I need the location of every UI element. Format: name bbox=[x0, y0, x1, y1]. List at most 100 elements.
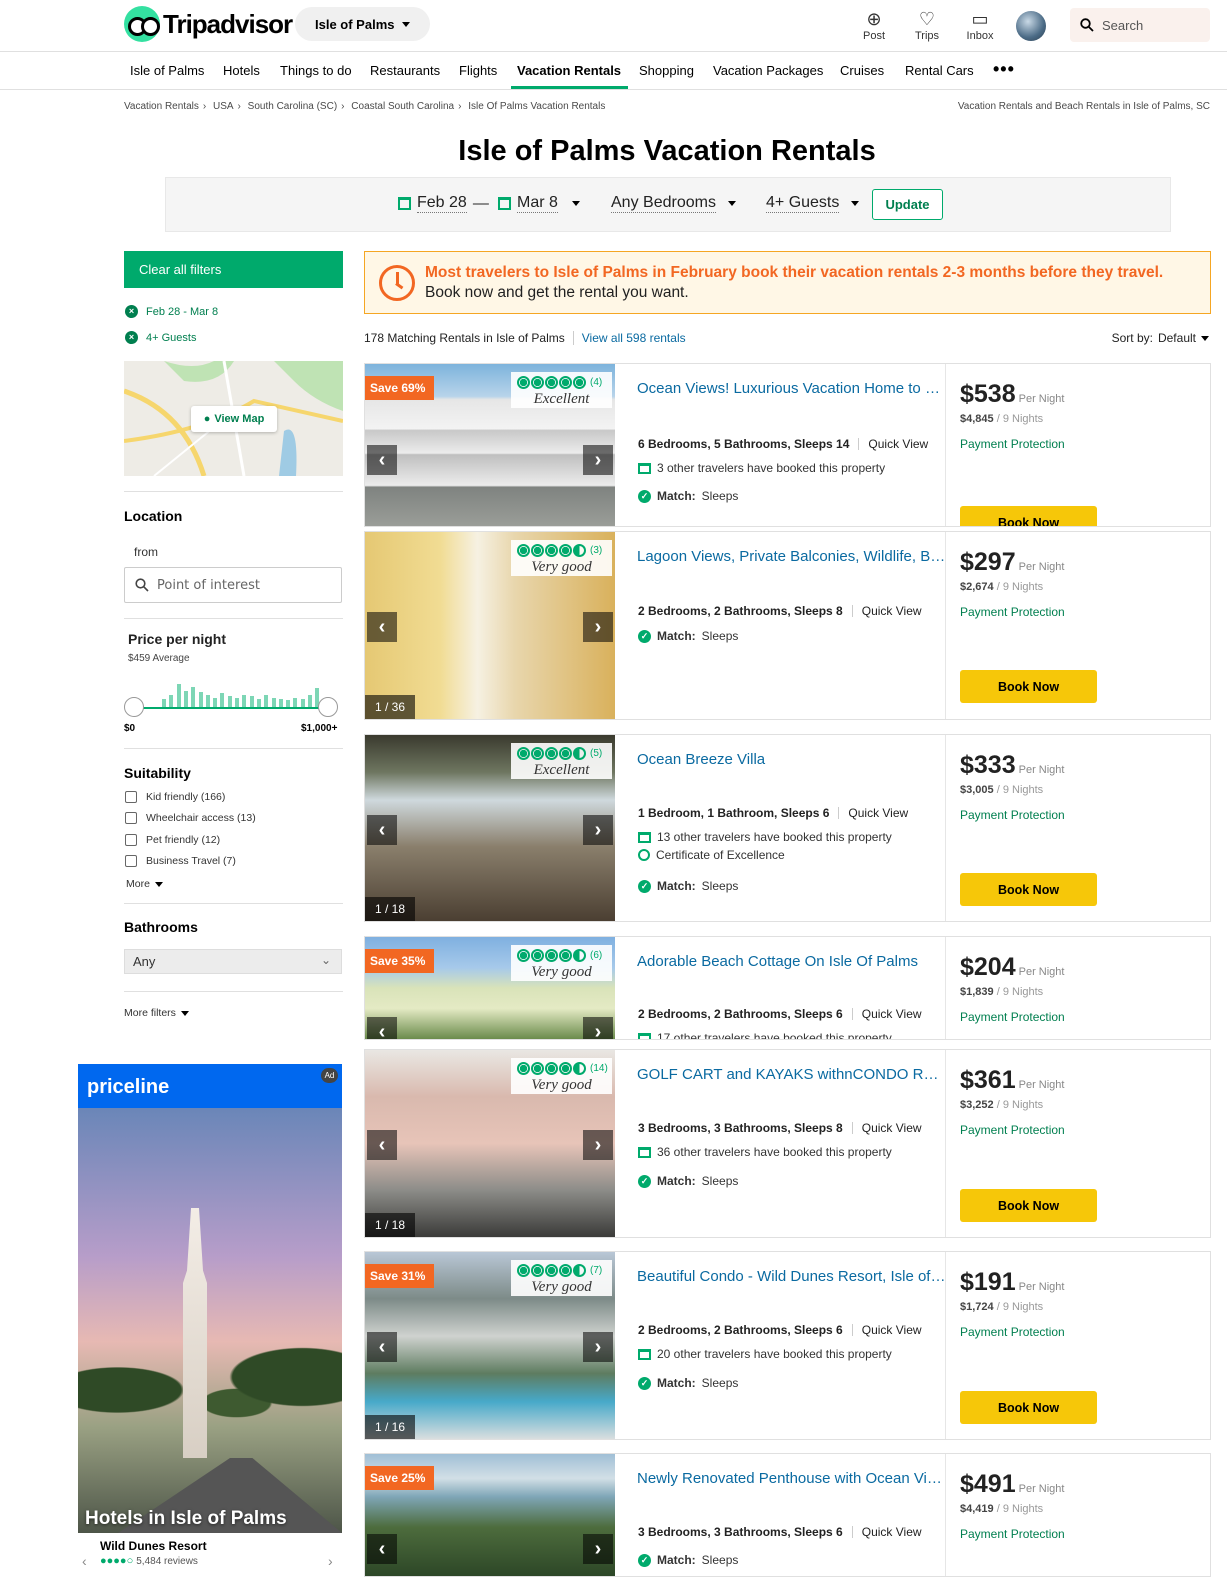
rating-badge[interactable]: (6) Very good bbox=[511, 945, 612, 981]
rating-badge[interactable]: (5) Excellent bbox=[511, 743, 612, 779]
price-slider-track[interactable] bbox=[134, 707, 328, 709]
price-slider-max-handle[interactable] bbox=[318, 697, 338, 717]
view-all-rentals-link[interactable]: View all 598 rentals bbox=[582, 331, 686, 345]
chevron-right-icon[interactable]: › bbox=[583, 815, 613, 845]
quick-view-link[interactable]: Quick View bbox=[862, 1007, 922, 1021]
rating-badge[interactable]: (14) Very good bbox=[511, 1058, 612, 1094]
listing-card[interactable]: (3) Very good ‹ › 1 / 36 Lagoon Views, Privat… bbox=[364, 531, 1211, 720]
breadcrumb-item[interactable]: Vacation Rentals bbox=[124, 101, 199, 112]
chevron-right-icon[interactable]: › bbox=[583, 1534, 613, 1564]
listing-title[interactable]: GOLF CART and KAYAKS withnCONDO RENTAL bbox=[637, 1066, 947, 1083]
avatar[interactable] bbox=[1016, 11, 1046, 41]
point-of-interest-input[interactable]: Point of interest bbox=[124, 567, 342, 603]
listing-title[interactable]: Beautiful Condo - Wild Dunes Resort, Isl… bbox=[637, 1268, 947, 1285]
chevron-left-icon[interactable]: ‹ bbox=[367, 445, 397, 475]
checkbox[interactable] bbox=[125, 791, 137, 803]
bathrooms-select[interactable]: Any ⌄ bbox=[124, 949, 342, 974]
filter-chip-guests[interactable]: × 4+ Guests bbox=[125, 331, 196, 344]
chevron-left-icon[interactable]: ‹ bbox=[367, 1534, 397, 1564]
nav-vacation-packages[interactable]: Vacation Packages bbox=[713, 63, 823, 78]
quick-view-link[interactable]: Quick View bbox=[862, 1323, 922, 1337]
book-now-button[interactable]: Book Now bbox=[960, 873, 1097, 906]
chevron-left-icon[interactable]: ‹ bbox=[82, 1553, 87, 1569]
chevron-left-icon[interactable]: ‹ bbox=[367, 1332, 397, 1362]
chevron-right-icon[interactable]: › bbox=[583, 445, 613, 475]
inbox-button[interactable]: ▭ Inbox bbox=[960, 8, 1000, 42]
suitability-wheelchair[interactable]: Wheelchair access (13) bbox=[125, 812, 256, 824]
listing-title[interactable]: Ocean Views! Luxurious Vacation Home to … bbox=[637, 380, 947, 397]
breadcrumb-item[interactable]: South Carolina (SC) bbox=[248, 101, 337, 112]
listing-card[interactable]: Save 35% (6) Very good ‹ › Adorable Beach Cot… bbox=[364, 936, 1211, 1040]
nav-rental-cars[interactable]: Rental Cars bbox=[905, 63, 974, 78]
listing-card[interactable]: Save 69% (4) Excellent ‹ › Ocean Views! Luxur… bbox=[364, 363, 1211, 527]
post-button[interactable]: ⊕ Post bbox=[854, 8, 894, 42]
clear-all-filters-button[interactable]: Clear all filters bbox=[124, 251, 343, 288]
quick-view-link[interactable]: Quick View bbox=[862, 1525, 922, 1539]
chevron-left-icon[interactable]: ‹ bbox=[367, 1130, 397, 1160]
sort-control[interactable]: Sort by: Default bbox=[1112, 331, 1209, 345]
chevron-right-icon[interactable]: › bbox=[583, 1332, 613, 1362]
checkbox[interactable] bbox=[125, 812, 137, 824]
update-button[interactable]: Update bbox=[872, 189, 943, 220]
listing-title[interactable]: Lagoon Views, Private Balconies, Wildlif… bbox=[637, 548, 947, 565]
nav-restaurants[interactable]: Restaurants bbox=[370, 63, 440, 78]
trips-button[interactable]: ♡ Trips bbox=[907, 8, 947, 42]
chevron-left-icon[interactable]: ‹ bbox=[367, 815, 397, 845]
listing-card[interactable]: (5) Excellent ‹ › 1 / 18 Ocean Breeze Villa 1 … bbox=[364, 734, 1211, 922]
book-now-button[interactable]: Book Now bbox=[960, 1391, 1097, 1424]
listing-card[interactable]: (14) Very good ‹ › 1 / 18 GOLF CART and KAYAK… bbox=[364, 1049, 1211, 1238]
more-filters-link[interactable]: More filters bbox=[124, 1007, 189, 1019]
price-slider-min-handle[interactable] bbox=[124, 697, 144, 717]
suitability-pet-friendly[interactable]: Pet friendly (12) bbox=[125, 834, 220, 846]
listing-title[interactable]: Adorable Beach Cottage On Isle Of Palms bbox=[637, 953, 947, 970]
chevron-right-icon[interactable]: › bbox=[583, 612, 613, 642]
view-map-button[interactable]: ● View Map bbox=[191, 406, 277, 432]
breadcrumb-item[interactable]: USA bbox=[213, 101, 234, 112]
book-now-button[interactable]: Book Now bbox=[960, 1189, 1097, 1222]
rating-badge[interactable]: (4) Excellent bbox=[511, 372, 612, 408]
chevron-left-icon[interactable]: ‹ bbox=[367, 1017, 397, 1039]
book-now-button[interactable]: Book Now bbox=[960, 670, 1097, 703]
nav-flights[interactable]: Flights bbox=[459, 63, 497, 78]
quick-view-link[interactable]: Quick View bbox=[868, 437, 928, 451]
listing-card[interactable]: Save 31% (7) Very good ‹ › 1 / 16 Beautiful Co… bbox=[364, 1251, 1211, 1440]
nav-vacation-rentals[interactable]: Vacation Rentals bbox=[517, 63, 621, 78]
priceline-ad[interactable]: priceline Ad Hotels in Isle of Palms ‹ W… bbox=[78, 1064, 342, 1577]
nav-hotels[interactable]: Hotels bbox=[223, 63, 260, 78]
remove-x-icon[interactable]: × bbox=[125, 331, 138, 344]
quick-view-link[interactable]: Quick View bbox=[862, 1121, 922, 1135]
header-search[interactable]: Search bbox=[1070, 8, 1210, 42]
listing-title[interactable]: Newly Renovated Penthouse with Ocean Vie… bbox=[637, 1470, 947, 1487]
rating-badge[interactable]: (7) Very good bbox=[511, 1260, 612, 1296]
suitability-business[interactable]: Business Travel (7) bbox=[125, 855, 236, 867]
bedrooms-dropdown[interactable]: Any Bedrooms bbox=[611, 194, 736, 213]
rating-badge[interactable]: (3) Very good bbox=[511, 540, 612, 576]
chevron-right-icon[interactable]: › bbox=[328, 1553, 333, 1569]
quick-view-link[interactable]: Quick View bbox=[848, 806, 908, 820]
nav-cruises[interactable]: Cruises bbox=[840, 63, 884, 78]
nav-things-to-do[interactable]: Things to do bbox=[280, 63, 352, 78]
filter-chip-dates[interactable]: × Feb 28 - Mar 8 bbox=[125, 305, 218, 318]
chevron-left-icon[interactable]: ‹ bbox=[367, 612, 397, 642]
mini-map[interactable]: ● View Map bbox=[124, 361, 343, 476]
checkbox[interactable] bbox=[125, 834, 137, 846]
chevron-right-icon[interactable]: › bbox=[583, 1017, 613, 1039]
checkbox[interactable] bbox=[125, 855, 137, 867]
checkout-picker[interactable]: Mar 8 bbox=[498, 194, 580, 213]
geo-selector[interactable]: Isle of Palms bbox=[295, 7, 431, 41]
remove-x-icon[interactable]: × bbox=[125, 305, 138, 318]
checkin-picker[interactable]: Feb 28 — bbox=[398, 194, 489, 213]
tripadvisor-logo[interactable]: Tripadvisor bbox=[124, 6, 293, 42]
book-now-button[interactable]: Book Now bbox=[960, 506, 1097, 526]
nav-shopping[interactable]: Shopping bbox=[639, 63, 694, 78]
quick-view-link[interactable]: Quick View bbox=[862, 604, 922, 618]
breadcrumb-item[interactable]: Coastal South Carolina bbox=[351, 101, 454, 112]
more-suitability-link[interactable]: More bbox=[126, 878, 163, 890]
listing-card[interactable]: Save 25% ‹ › Newly Renovated Penthouse with… bbox=[364, 1453, 1211, 1577]
guests-dropdown[interactable]: 4+ Guests bbox=[766, 194, 860, 213]
nav-isle-of-palms[interactable]: Isle of Palms bbox=[130, 63, 204, 78]
nav-more-icon[interactable]: ••• bbox=[993, 59, 1015, 80]
chevron-right-icon[interactable]: › bbox=[583, 1130, 613, 1160]
suitability-kid-friendly[interactable]: Kid friendly (166) bbox=[125, 791, 225, 803]
listing-title[interactable]: Ocean Breeze Villa bbox=[637, 751, 947, 768]
